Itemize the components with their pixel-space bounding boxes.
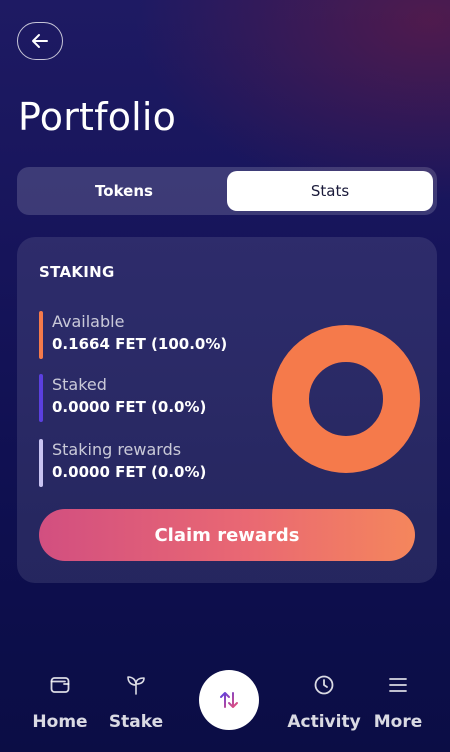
staking-title: STAKING	[39, 263, 115, 281]
staked-color-bar	[39, 374, 43, 422]
arrow-left-icon	[32, 34, 48, 48]
sprout-icon	[127, 676, 145, 695]
nav-more[interactable]: More	[353, 672, 443, 732]
rewards-color-bar	[39, 439, 43, 487]
clock-icon	[314, 675, 334, 695]
wallet-icon	[50, 677, 70, 693]
staking-donut-chart	[272, 325, 420, 473]
swap-arrows-icon	[220, 692, 238, 708]
portfolio-tabs: Tokens Stats	[17, 167, 437, 215]
nav-stake[interactable]: Stake	[91, 672, 181, 732]
stat-available-label: Available	[52, 312, 125, 331]
tab-tokens[interactable]: Tokens	[21, 171, 227, 211]
nav-activity-label: Activity	[287, 712, 361, 732]
stat-rewards-label: Staking rewards	[52, 440, 182, 459]
swap-button[interactable]	[199, 670, 259, 730]
stat-staked-label: Staked	[52, 375, 107, 394]
nav-home-label: Home	[32, 712, 88, 732]
nav-more-label: More	[373, 712, 423, 732]
stat-available-value: 0.1664 FET (100.0%)	[52, 335, 228, 353]
claim-rewards-button[interactable]: Claim rewards	[39, 509, 415, 561]
available-color-bar	[39, 311, 43, 359]
stat-rewards-value: 0.0000 FET (0.0%)	[52, 463, 207, 481]
menu-icon	[389, 678, 407, 692]
tab-stats[interactable]: Stats	[227, 171, 433, 211]
stat-available: Available 0.1664 FET (100.0%)	[39, 311, 228, 359]
stat-rewards: Staking rewards 0.0000 FET (0.0%)	[39, 439, 207, 487]
stat-staked: Staked 0.0000 FET (0.0%)	[39, 374, 207, 422]
staking-card: STAKING Available 0.1664 FET (100.0%) St…	[17, 237, 437, 583]
back-button[interactable]	[17, 22, 63, 60]
stat-staked-value: 0.0000 FET (0.0%)	[52, 398, 207, 416]
nav-stake-label: Stake	[108, 712, 164, 732]
page-title: Portfolio	[18, 95, 177, 139]
donut-segment-available	[272, 325, 420, 473]
